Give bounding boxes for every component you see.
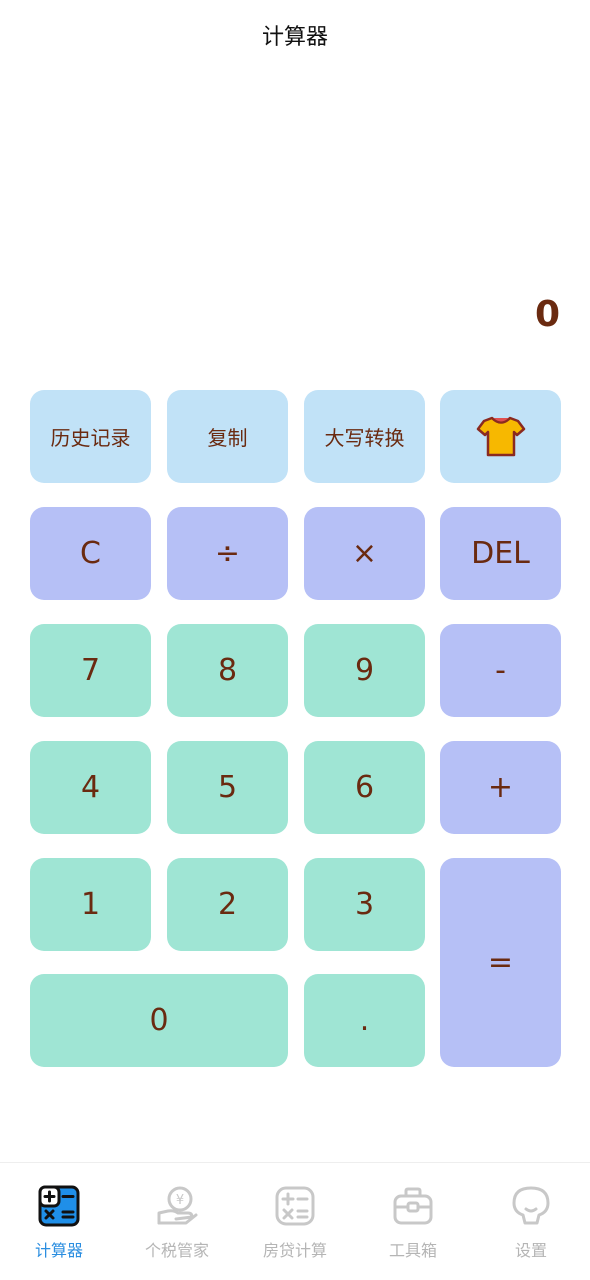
tab-calculator[interactable]: 计算器 (0, 1163, 118, 1280)
digit-8-button[interactable]: 8 (167, 624, 288, 717)
settings-face-icon (512, 1186, 550, 1225)
delete-button[interactable]: DEL (440, 507, 561, 600)
toolbox-icon (393, 1187, 433, 1225)
minus-button[interactable]: - (440, 624, 561, 717)
digit-3-button[interactable]: 3 (304, 858, 425, 951)
digit-0-button[interactable]: 0 (30, 974, 288, 1067)
digit-2-button[interactable]: 2 (167, 858, 288, 951)
copy-button[interactable]: 复制 (167, 390, 288, 483)
plus-button[interactable]: + (440, 741, 561, 834)
tab-tax-manager[interactable]: ¥ 个税管家 (118, 1163, 236, 1280)
digit-5-button[interactable]: 5 (167, 741, 288, 834)
svg-text:¥: ¥ (176, 1193, 184, 1208)
multiply-button[interactable]: × (304, 507, 425, 600)
calc-grid-icon (275, 1186, 315, 1226)
bottom-tab-bar: 计算器 ¥ 个税管家 房贷计算 工具箱 设置 (0, 1162, 590, 1280)
history-button[interactable]: 历史记录 (30, 390, 151, 483)
page-title: 计算器 (261, 25, 328, 50)
equals-button[interactable]: = (440, 858, 561, 1067)
digit-6-button[interactable]: 6 (304, 741, 425, 834)
tab-toolbox[interactable]: 工具箱 (354, 1163, 472, 1280)
digit-7-button[interactable]: 7 (30, 624, 151, 717)
tab-label-toolbox: 工具箱 (388, 1241, 437, 1260)
tax-hand-icon: ¥ (157, 1186, 198, 1225)
result-display: 0 (534, 294, 560, 335)
divide-button[interactable]: ÷ (167, 507, 288, 600)
digit-9-button[interactable]: 9 (304, 624, 425, 717)
clear-button[interactable]: C (30, 507, 151, 600)
tab-label-mortgage-calc: 房贷计算 (262, 1241, 327, 1260)
tshirt-icon (476, 416, 525, 456)
tab-mortgage-calc[interactable]: 房贷计算 (236, 1163, 354, 1280)
uppercase-convert-button[interactable]: 大写转换 (304, 390, 425, 483)
tab-label-settings: 设置 (514, 1241, 547, 1260)
digit-4-button[interactable]: 4 (30, 741, 151, 834)
tab-label-calculator: 计算器 (34, 1241, 83, 1260)
tab-settings[interactable]: 设置 (472, 1163, 590, 1280)
decimal-point-button[interactable]: . (304, 974, 425, 1067)
tab-label-tax-manager: 个税管家 (144, 1241, 209, 1260)
calculator-icon (38, 1185, 80, 1227)
digit-1-button[interactable]: 1 (30, 858, 151, 951)
theme-skin-button[interactable] (440, 390, 561, 483)
